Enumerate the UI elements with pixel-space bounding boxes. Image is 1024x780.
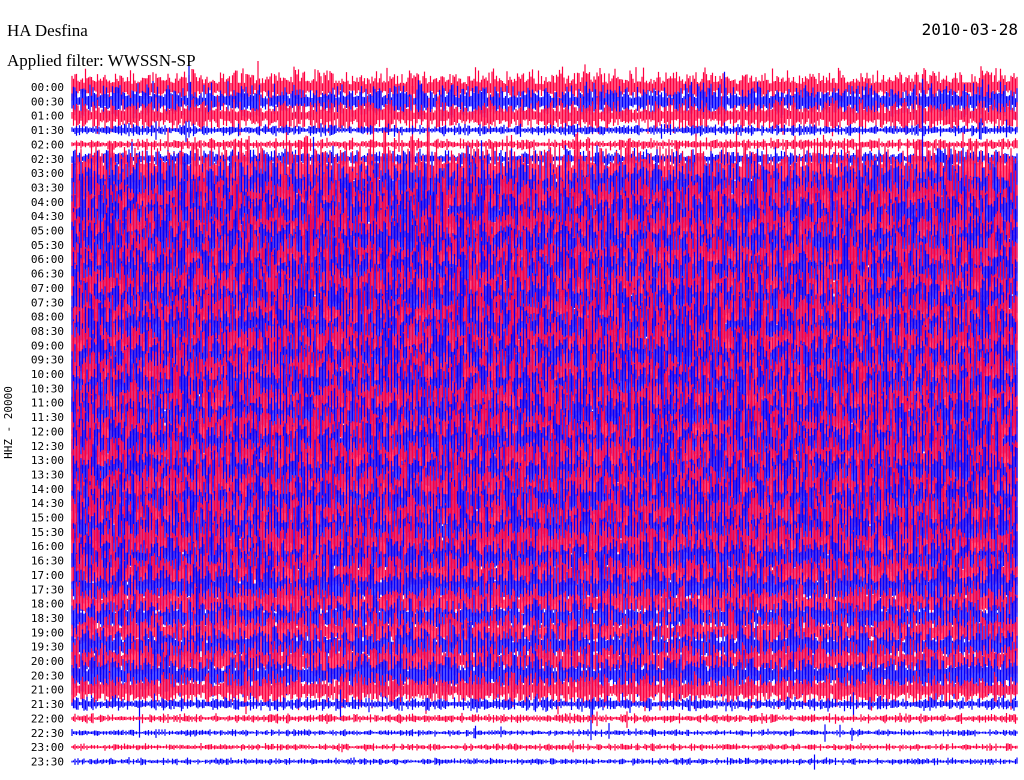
row-label: 10:30 bbox=[31, 382, 64, 395]
row-label: 13:30 bbox=[31, 468, 64, 481]
row-label: 23:00 bbox=[31, 741, 64, 754]
helicorder-chart: 00:00 00:30 01:00 01:30 02:00 02:30 03:00 03:30… bbox=[0, 0, 1024, 780]
row-label: 17:30 bbox=[31, 583, 64, 596]
row-label: 01:00 bbox=[31, 110, 64, 123]
row-label: 01:30 bbox=[31, 124, 64, 137]
date-label: 2010-03-28 bbox=[921, 20, 1018, 39]
row-label: 04:00 bbox=[31, 196, 64, 209]
trace-row bbox=[71, 723, 1018, 742]
row-label: 02:00 bbox=[31, 138, 64, 151]
row-label: 22:00 bbox=[31, 712, 64, 725]
row-label: 21:00 bbox=[31, 684, 64, 697]
row-label: 06:30 bbox=[31, 268, 64, 281]
row-label: 23:30 bbox=[31, 755, 64, 768]
row-label: 08:00 bbox=[31, 311, 64, 324]
row-label: 07:30 bbox=[31, 296, 64, 309]
row-label: 15:30 bbox=[31, 526, 64, 539]
row-label: 13:00 bbox=[31, 454, 64, 467]
row-label: 12:00 bbox=[31, 425, 64, 438]
row-label: 03:30 bbox=[31, 181, 64, 194]
row-label: 02:30 bbox=[31, 153, 64, 166]
row-label: 11:30 bbox=[31, 411, 64, 424]
row-label: 09:30 bbox=[31, 354, 64, 367]
row-label: 16:30 bbox=[31, 555, 64, 568]
row-label: 20:30 bbox=[31, 669, 64, 682]
row-label: 20:00 bbox=[31, 655, 64, 668]
row-labels: 00:0000:30 01:0001:3002:00 02:3003:0003:30… bbox=[31, 81, 64, 768]
row-label: 04:30 bbox=[31, 210, 64, 223]
row-label: 18:30 bbox=[31, 612, 64, 625]
filter-subtitle: Applied filter: WWSSN-SP bbox=[7, 51, 196, 70]
row-label: 03:00 bbox=[31, 167, 64, 180]
row-label: 14:00 bbox=[31, 483, 64, 496]
y-axis-label: HHZ - 20000 bbox=[1, 386, 15, 459]
row-label: 07:00 bbox=[31, 282, 64, 295]
row-label: 11:00 bbox=[31, 397, 64, 410]
row-label: 15:00 bbox=[31, 512, 64, 525]
row-label: 08:30 bbox=[31, 325, 64, 338]
row-label: 00:00 bbox=[31, 81, 64, 94]
seismogram-plot: 00:0000:30 01:0001:3002:00 02:3003:0003:30… bbox=[31, 60, 1018, 770]
row-label: 19:00 bbox=[31, 626, 64, 639]
row-label: 16:00 bbox=[31, 540, 64, 553]
row-label: 00:30 bbox=[31, 95, 64, 108]
row-label: 05:30 bbox=[31, 239, 64, 252]
row-label: 12:30 bbox=[31, 440, 64, 453]
station-title: HA Desfina bbox=[7, 21, 88, 40]
row-label: 18:00 bbox=[31, 598, 64, 611]
row-label: 10:00 bbox=[31, 368, 64, 381]
trace-row bbox=[71, 711, 1018, 728]
trace-row bbox=[71, 60, 1018, 138]
row-label: 22:30 bbox=[31, 727, 64, 740]
row-label: 21:30 bbox=[31, 698, 64, 711]
row-label: 19:30 bbox=[31, 641, 64, 654]
traces bbox=[71, 60, 1018, 770]
row-label: 05:00 bbox=[31, 225, 64, 238]
row-label: 17:00 bbox=[31, 569, 64, 582]
trace-row bbox=[71, 754, 1018, 770]
row-label: 06:00 bbox=[31, 253, 64, 266]
row-label: 09:00 bbox=[31, 339, 64, 352]
trace-row bbox=[71, 740, 1018, 753]
row-label: 14:30 bbox=[31, 497, 64, 510]
